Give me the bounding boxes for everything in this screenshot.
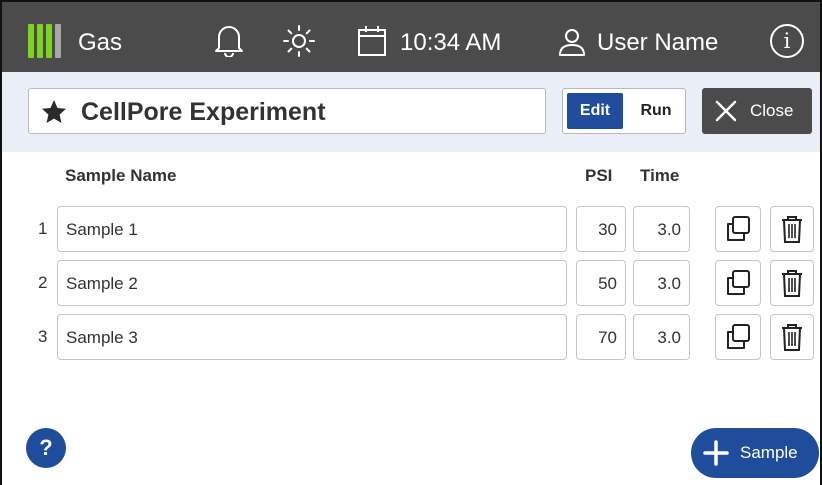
- add-sample-button[interactable]: Sample: [691, 428, 819, 478]
- calendar-icon[interactable]: [356, 24, 388, 58]
- experiment-title: CellPore Experiment: [81, 98, 326, 126]
- trash-icon: [782, 324, 802, 351]
- edit-mode-button[interactable]: Edit: [567, 93, 623, 129]
- gas-label: Gas: [78, 29, 123, 56]
- sun-icon[interactable]: [282, 24, 316, 58]
- table-row: 3 Sample 3 70 3.0: [2, 314, 820, 360]
- column-header-sample-name: Sample Name: [65, 166, 177, 185]
- add-sample-label: Sample: [740, 443, 798, 462]
- plus-icon: [703, 440, 729, 466]
- duplicate-button[interactable]: [715, 314, 761, 360]
- run-mode-button[interactable]: Run: [629, 93, 683, 129]
- column-header-psi: PSI: [585, 166, 613, 185]
- clock-time: 10:34 AM: [400, 29, 502, 56]
- user-icon[interactable]: [557, 27, 587, 57]
- row-index: 1: [38, 219, 48, 238]
- star-icon[interactable]: [41, 99, 67, 125]
- psi-input[interactable]: 70: [576, 314, 626, 360]
- duplicate-button[interactable]: [715, 206, 761, 252]
- sample-name-input[interactable]: Sample 1: [57, 206, 567, 252]
- delete-button[interactable]: [770, 314, 814, 360]
- row-index: 3: [38, 327, 48, 346]
- close-button-label: Close: [750, 101, 794, 120]
- bell-icon[interactable]: [214, 23, 244, 57]
- delete-button[interactable]: [770, 206, 814, 252]
- close-button[interactable]: Close: [702, 88, 812, 134]
- table-row: 1 Sample 1 30 3.0: [2, 206, 820, 252]
- experiment-title-field[interactable]: CellPore Experiment: [28, 88, 546, 134]
- duplicate-button[interactable]: [715, 260, 761, 306]
- app-frame: Gas 10:34 AM User Name i CellPore Experi…: [0, 0, 822, 485]
- column-header-time: Time: [640, 166, 680, 185]
- status-bar: Gas 10:34 AM User Name i: [2, 0, 820, 72]
- sample-name-input[interactable]: Sample 2: [57, 260, 567, 306]
- sample-name-input[interactable]: Sample 3: [57, 314, 567, 360]
- row-index: 2: [38, 273, 48, 292]
- copy-icon: [727, 324, 750, 349]
- time-input[interactable]: 3.0: [633, 314, 690, 360]
- experiment-header: CellPore Experiment Edit Run Close: [2, 72, 820, 152]
- copy-icon: [727, 216, 750, 241]
- mode-toggle: Edit Run: [562, 88, 686, 134]
- table-row: 2 Sample 2 50 3.0: [2, 260, 820, 306]
- time-input[interactable]: 3.0: [633, 206, 690, 252]
- trash-icon: [782, 216, 802, 243]
- trash-icon: [782, 270, 802, 297]
- delete-button[interactable]: [770, 260, 814, 306]
- psi-input[interactable]: 50: [576, 260, 626, 306]
- gas-level-icon: [28, 24, 64, 58]
- user-name[interactable]: User Name: [597, 29, 718, 57]
- help-button[interactable]: ?: [26, 428, 66, 468]
- time-input[interactable]: 3.0: [633, 260, 690, 306]
- copy-icon: [727, 270, 750, 295]
- close-icon: [715, 100, 737, 122]
- info-icon[interactable]: i: [770, 24, 804, 58]
- psi-input[interactable]: 30: [576, 206, 626, 252]
